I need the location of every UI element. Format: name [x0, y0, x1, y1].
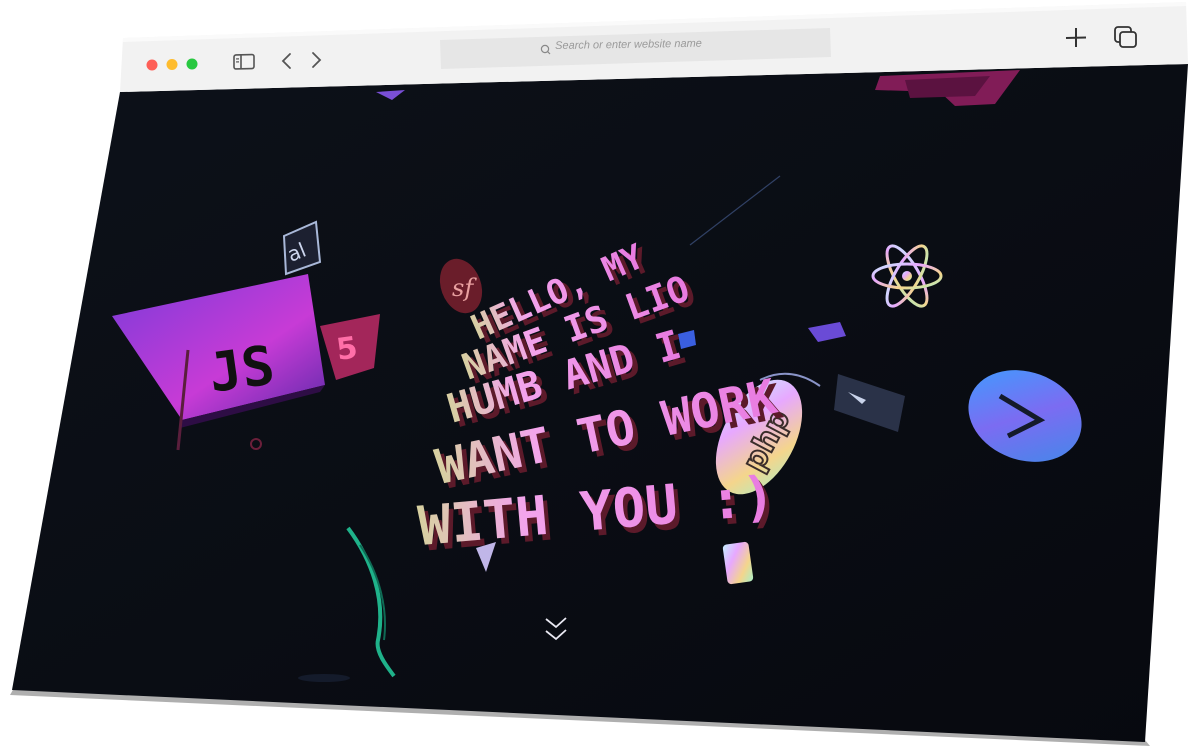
pastel-card-icon — [722, 541, 754, 585]
svg-text:JS: JS — [205, 333, 278, 404]
address-bar-placeholder[interactable]: Search or enter website name — [555, 38, 702, 52]
minimize-window-button[interactable] — [166, 59, 178, 70]
close-window-button[interactable] — [146, 59, 158, 71]
browser-frame: JS 5 al sf php HELLO, MY NAME IS LIO HUM… — [10, 2, 1188, 746]
zoom-window-button[interactable] — [186, 58, 198, 70]
browser-window: JS 5 al sf php HELLO, MY NAME IS LIO HUM… — [0, 0, 1200, 746]
